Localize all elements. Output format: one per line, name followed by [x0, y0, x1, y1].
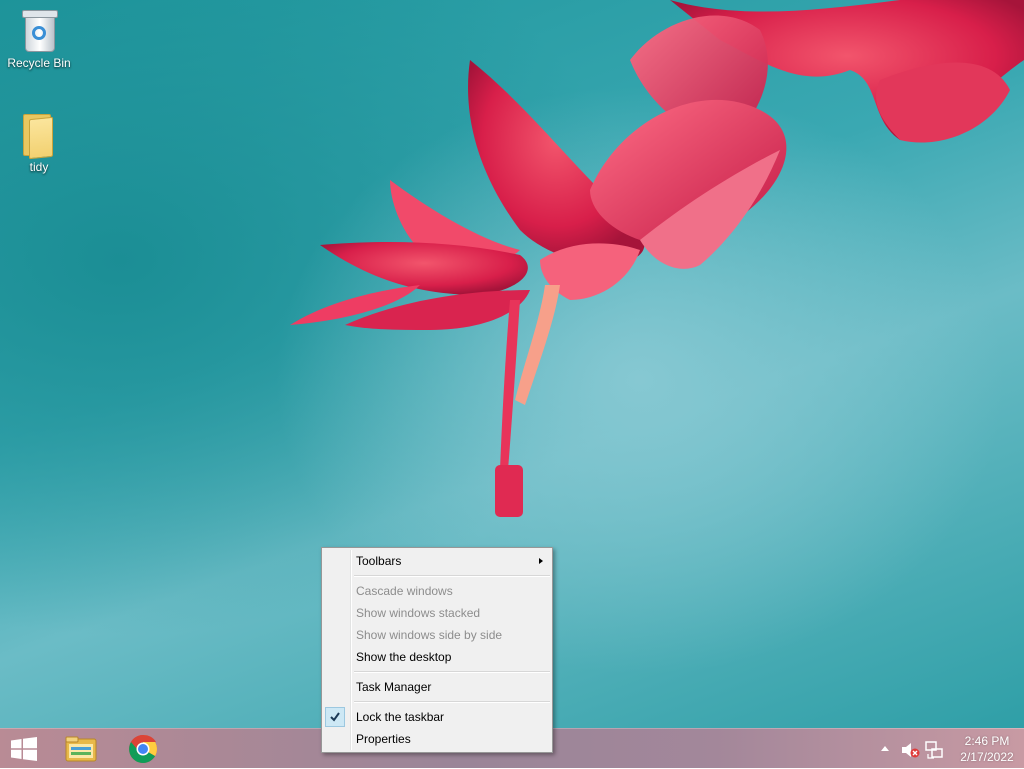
clock-time: 2:46 PM: [964, 734, 1010, 748]
menu-item-label: Cascade windows: [356, 584, 453, 598]
taskbar-context-menu: Toolbars Cascade windows Show windows st…: [321, 547, 553, 753]
network-icon[interactable]: [924, 740, 944, 760]
taskbar-clock[interactable]: 2:46 PM 2/17/2022: [954, 733, 1020, 765]
menu-separator: [354, 671, 550, 673]
chrome-icon: [129, 734, 157, 763]
menu-item-properties[interactable]: Properties: [322, 728, 552, 750]
desktop-icon-label: tidy: [29, 160, 49, 174]
submenu-arrow-icon: [539, 558, 543, 564]
menu-item-label: Show the desktop: [356, 650, 452, 664]
taskbar-file-explorer-button[interactable]: [52, 729, 112, 769]
menu-item-task-manager[interactable]: Task Manager: [322, 676, 552, 698]
clock-date: 2/17/2022: [960, 750, 1014, 764]
show-hidden-icons-icon[interactable]: [881, 746, 889, 751]
menu-item-show-windows-stacked[interactable]: Show windows stacked: [322, 602, 552, 624]
start-button[interactable]: [0, 729, 48, 769]
menu-item-label: Properties: [356, 732, 411, 746]
menu-separator: [354, 575, 550, 577]
menu-item-label: Lock the taskbar: [356, 710, 445, 724]
menu-item-toolbars[interactable]: Toolbars: [322, 550, 552, 572]
menu-item-label: Show windows side by side: [356, 628, 503, 642]
checkmark-icon: [325, 707, 345, 727]
desktop-icon-recycle-bin[interactable]: Recycle Bin: [1, 8, 77, 70]
menu-item-label: Toolbars: [356, 554, 402, 568]
desktop-icon-tidy-folder[interactable]: tidy: [1, 112, 77, 174]
menu-separator: [354, 701, 550, 703]
menu-item-show-windows-side-by-side[interactable]: Show windows side by side: [322, 624, 552, 646]
volume-muted-icon[interactable]: [900, 741, 920, 759]
recycle-bin-icon: [19, 8, 59, 52]
windows-logo-icon: [11, 737, 37, 761]
file-explorer-icon: [65, 736, 97, 762]
menu-item-label: Task Manager: [356, 680, 432, 694]
folder-icon: [19, 112, 59, 160]
menu-item-lock-the-taskbar[interactable]: Lock the taskbar: [322, 706, 552, 728]
menu-item-cascade-windows[interactable]: Cascade windows: [322, 580, 552, 602]
menu-item-show-the-desktop[interactable]: Show the desktop: [322, 646, 552, 668]
system-tray: 2:46 PM 2/17/2022: [864, 729, 1024, 769]
desktop-icon-label: Recycle Bin: [7, 56, 71, 70]
menu-item-label: Show windows stacked: [356, 606, 481, 620]
taskbar-chrome-button[interactable]: [113, 729, 173, 769]
